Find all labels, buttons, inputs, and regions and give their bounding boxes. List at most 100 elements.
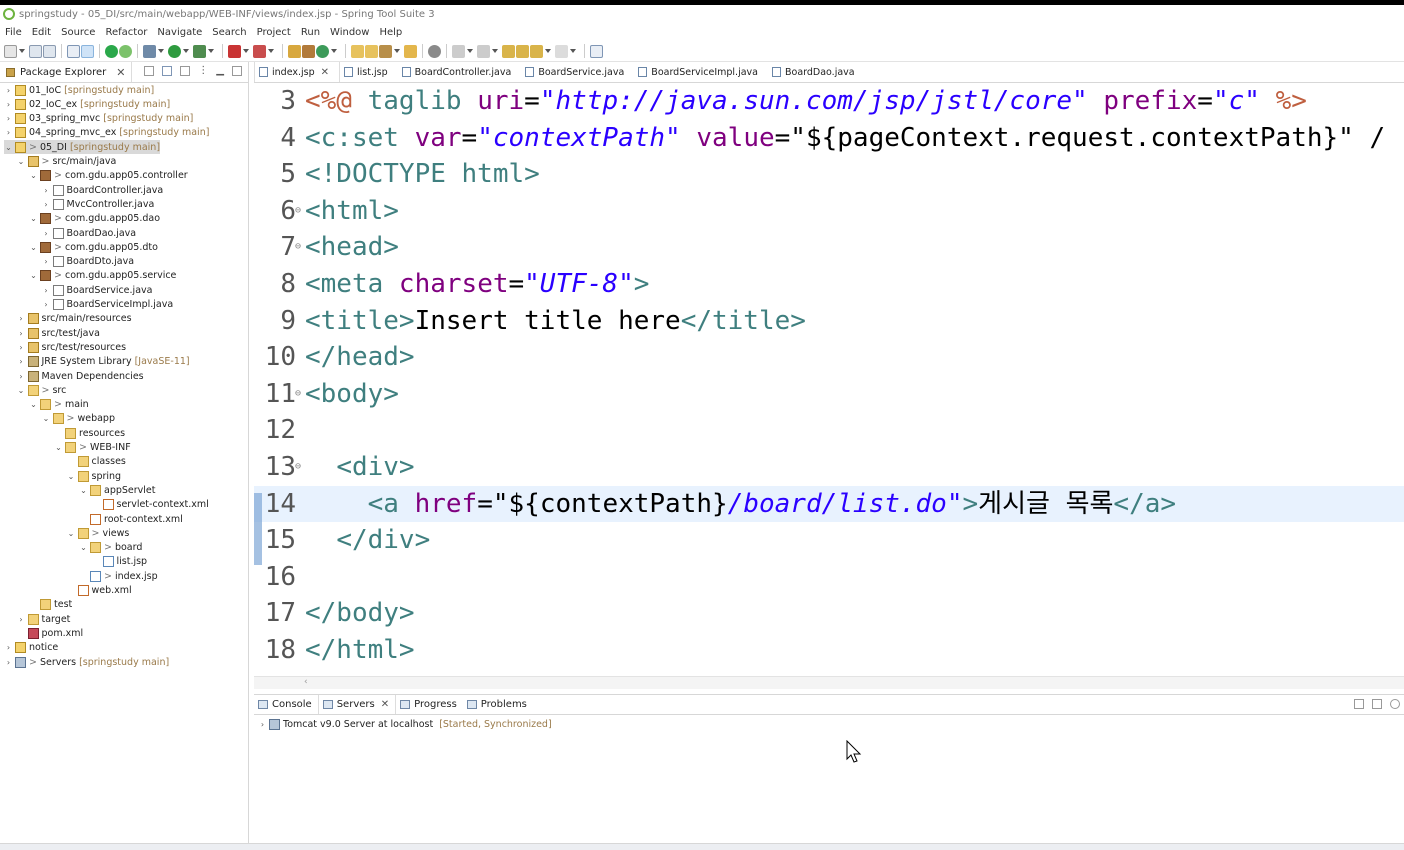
- menu-project[interactable]: Project: [252, 27, 296, 38]
- tree-item[interactable]: web.xml: [67, 584, 132, 598]
- chevron-right-icon[interactable]: ›: [4, 100, 13, 109]
- tree-item[interactable]: › BoardController.java: [42, 183, 163, 197]
- search-icon[interactable]: [379, 44, 392, 58]
- tab-servers[interactable]: Servers ✕: [317, 695, 397, 714]
- pin-editor-icon[interactable]: [516, 44, 529, 58]
- chevron-down-icon[interactable]: ⌄: [79, 543, 88, 552]
- stop-icon[interactable]: [228, 44, 241, 58]
- tree-item[interactable]: ⌄ > com.gdu.app05.service: [29, 269, 176, 283]
- tree-item[interactable]: > index.jsp: [79, 569, 158, 583]
- new-dropdown-icon[interactable]: [19, 49, 25, 53]
- code-line[interactable]: 16: [254, 559, 1404, 595]
- menu-refactor[interactable]: Refactor: [100, 27, 152, 38]
- toggle-mark-occurrences-icon[interactable]: [81, 44, 94, 58]
- forward-icon[interactable]: [555, 44, 568, 58]
- open-type-icon[interactable]: [351, 44, 364, 58]
- tree-item[interactable]: ⌄ > com.gdu.app05.dao: [29, 212, 160, 226]
- refresh-icon[interactable]: [119, 44, 132, 58]
- code-line[interactable]: 7 ⊖ <head>: [254, 229, 1404, 265]
- search-dropdown-icon[interactable]: [394, 49, 400, 53]
- stop-dropdown-icon[interactable]: [243, 49, 249, 53]
- editor-tab[interactable]: BoardServiceImpl.java: [634, 62, 768, 82]
- external-tools-icon[interactable]: [193, 44, 206, 58]
- new-java-project-icon[interactable]: [288, 44, 301, 58]
- menu-search[interactable]: Search: [207, 27, 251, 38]
- tree-item[interactable]: › 03_spring_mvc [springstudy main]: [4, 112, 193, 126]
- editor-horizontal-scrollbar[interactable]: ‹: [254, 676, 1404, 689]
- server-row[interactable]: › Tomcat v9.0 Server at localhost [Start…: [254, 717, 1404, 732]
- new-icon[interactable]: [4, 44, 17, 58]
- view-menu-icon[interactable]: ⋮: [198, 65, 208, 76]
- code-line[interactable]: 11 ⊖ <body>: [254, 376, 1404, 412]
- tree-item[interactable]: › src/test/resources: [17, 340, 126, 354]
- tree-item[interactable]: ⌄ > com.gdu.app05.controller: [29, 169, 188, 183]
- save-icon[interactable]: [29, 44, 42, 58]
- tree-item[interactable]: › 02_IoC_ex [springstudy main]: [4, 97, 170, 111]
- code-line[interactable]: 3 <%@ taglib uri="http://java.sun.com/jsp…: [254, 83, 1404, 119]
- run-icon[interactable]: [168, 44, 181, 58]
- tree-item[interactable]: ⌄ > webapp: [42, 412, 115, 426]
- link-with-editor-icon[interactable]: [162, 65, 173, 76]
- fold-toggle-icon[interactable]: ⊖: [295, 376, 305, 412]
- tab-progress[interactable]: Progress: [396, 695, 463, 714]
- menu-help[interactable]: Help: [374, 27, 407, 38]
- chevron-right-icon[interactable]: ›: [42, 186, 51, 195]
- chevron-right-icon[interactable]: ›: [42, 300, 51, 309]
- chevron-down-icon[interactable]: ⌄: [67, 472, 76, 481]
- tree-item[interactable]: › > Servers [springstudy main]: [4, 655, 169, 669]
- maximize-icon[interactable]: [232, 65, 242, 76]
- back-dropdown-icon[interactable]: [545, 49, 551, 53]
- chevron-right-icon[interactable]: ›: [17, 372, 26, 381]
- next-annotation-dropdown-icon[interactable]: [467, 49, 473, 53]
- tree-item[interactable]: › BoardServiceImpl.java: [42, 298, 173, 312]
- fold-toggle-icon[interactable]: ⊖: [295, 229, 305, 265]
- chevron-down-icon[interactable]: ⌄: [17, 157, 26, 166]
- code-line[interactable]: 4 <c:set var="contextPath" value="${pageC…: [254, 120, 1404, 156]
- tree-item[interactable]: › target: [17, 612, 70, 626]
- open-console-icon[interactable]: [67, 44, 80, 58]
- forward-dropdown-icon[interactable]: [570, 49, 576, 53]
- chevron-right-icon[interactable]: ›: [4, 114, 13, 123]
- editor-tab[interactable]: list.jsp: [340, 62, 398, 82]
- previous-annotation-icon[interactable]: [477, 44, 490, 58]
- back-icon[interactable]: [530, 44, 543, 58]
- tree-item[interactable]: › BoardDao.java: [42, 226, 136, 240]
- new-class-dropdown-icon[interactable]: [331, 49, 337, 53]
- chevron-right-icon[interactable]: ›: [4, 128, 13, 137]
- code-line[interactable]: 5 <!DOCTYPE html>: [254, 156, 1404, 192]
- menu-window[interactable]: Window: [325, 27, 374, 38]
- chevron-right-icon[interactable]: ›: [42, 200, 51, 209]
- menu-file[interactable]: File: [0, 27, 27, 38]
- code-line[interactable]: 17 </body>: [254, 595, 1404, 631]
- tree-item[interactable]: ⌄ > src/main/java: [17, 155, 116, 169]
- code-line[interactable]: 18 </html>: [254, 632, 1404, 668]
- tab-console[interactable]: Console: [254, 695, 318, 714]
- tree-item[interactable]: ⌄ > src: [17, 383, 66, 397]
- scroll-left-icon[interactable]: ‹: [304, 677, 308, 687]
- maximize-panel-icon[interactable]: [1390, 699, 1400, 709]
- tree-item[interactable]: ⌄ appServlet: [79, 483, 156, 497]
- menu-run[interactable]: Run: [296, 27, 325, 38]
- chevron-down-icon[interactable]: ⌄: [29, 400, 38, 409]
- menu-navigate[interactable]: Navigate: [152, 27, 207, 38]
- editor-tab[interactable]: index.jsp ✕: [254, 62, 341, 82]
- previous-annotation-dropdown-icon[interactable]: [492, 49, 498, 53]
- chevron-right-icon[interactable]: ›: [4, 658, 13, 667]
- chevron-right-icon[interactable]: ›: [17, 329, 26, 338]
- tree-item[interactable]: list.jsp: [92, 555, 147, 569]
- minimize-icon[interactable]: ▁: [216, 65, 224, 76]
- tree-item[interactable]: ⌄ spring: [67, 469, 121, 483]
- chevron-right-icon[interactable]: ›: [17, 615, 26, 624]
- tree-item[interactable]: › JRE System Library [JavaSE-11]: [17, 355, 190, 369]
- disconnect-dropdown-icon[interactable]: [268, 49, 274, 53]
- code-line[interactable]: 12: [254, 412, 1404, 448]
- fold-toggle-icon[interactable]: ⊖: [295, 449, 305, 485]
- code-line[interactable]: 14 <a href="${contextPath}/board/list.do…: [254, 485, 1404, 522]
- code-line[interactable]: 9 <title>Insert title here</title>: [254, 303, 1404, 339]
- editor-tab[interactable]: BoardDao.java: [768, 62, 865, 82]
- tree-item[interactable]: ⌄ > com.gdu.app05.dto: [29, 240, 158, 254]
- tree-item[interactable]: test: [29, 598, 72, 612]
- tree-item[interactable]: › MvcController.java: [42, 197, 154, 211]
- minimize-panel-icon[interactable]: [1354, 699, 1364, 709]
- chevron-down-icon[interactable]: ⌄: [4, 143, 13, 152]
